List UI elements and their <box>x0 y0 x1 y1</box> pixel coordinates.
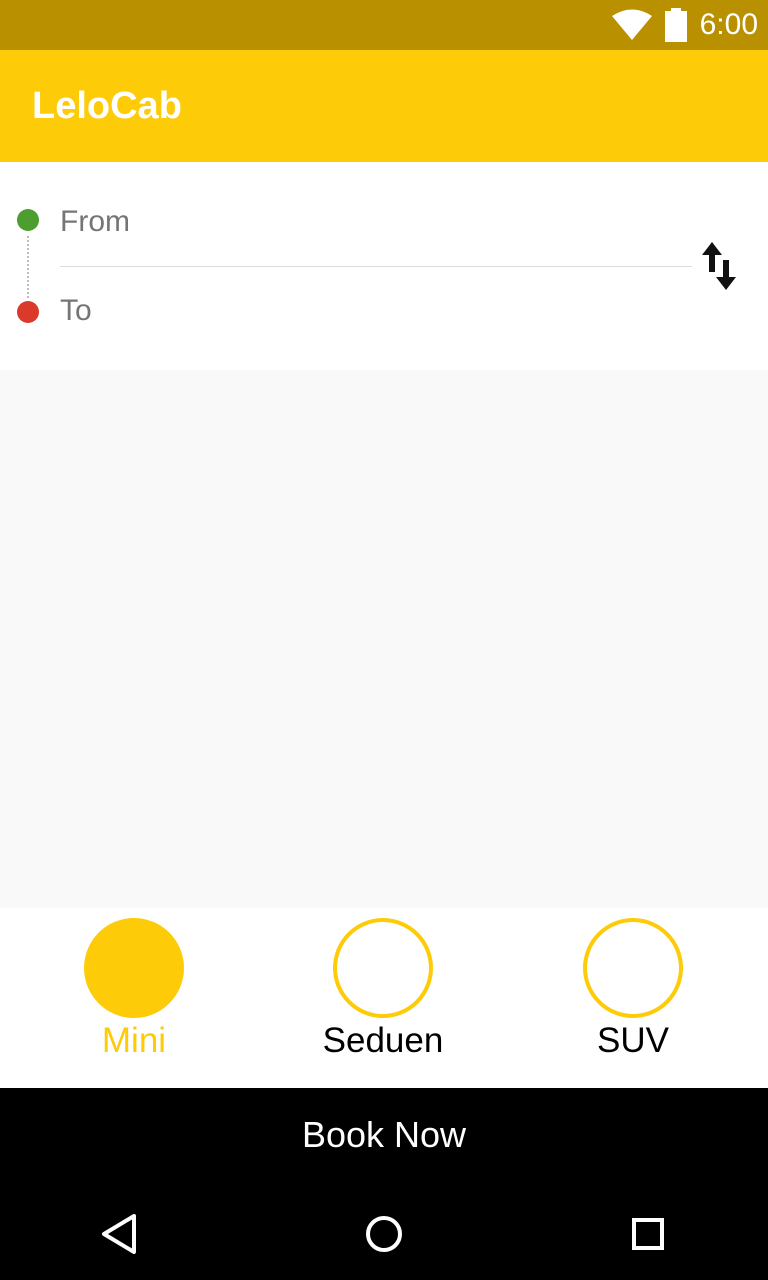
vehicle-option-suv[interactable]: SUV <box>533 908 733 1088</box>
from-field[interactable]: From <box>60 192 692 252</box>
vehicle-label-suv: SUV <box>597 1021 669 1060</box>
status-bar: 6:00 <box>0 0 768 50</box>
vehicle-selector: Mini Seduen SUV <box>0 908 768 1088</box>
swap-vertical-icon <box>702 242 736 290</box>
vehicle-option-mini[interactable]: Mini <box>34 908 234 1088</box>
vehicle-label-mini: Mini <box>101 1021 167 1060</box>
to-field[interactable]: To <box>60 281 692 341</box>
field-divider <box>60 266 692 267</box>
status-icons: 6:00 <box>611 0 758 50</box>
home-button[interactable] <box>356 1206 412 1262</box>
book-now-label: Book Now <box>301 1114 467 1155</box>
book-now-button[interactable]: Book Now <box>0 1088 768 1182</box>
route-connector <box>27 236 29 298</box>
vehicle-label-seduen: Seduen <box>322 1021 444 1060</box>
suv-vehicle-icon <box>583 918 683 1018</box>
swap-button[interactable] <box>696 238 744 294</box>
vehicle-option-seduen[interactable]: Seduen <box>283 908 483 1088</box>
navigation-bar <box>0 1182 768 1280</box>
seduen-vehicle-icon <box>333 918 433 1018</box>
status-time: 6:00 <box>699 8 758 41</box>
route-card: From To <box>0 162 768 370</box>
back-button[interactable] <box>92 1206 148 1262</box>
to-dot-icon <box>17 301 39 323</box>
app-bar: LeloCab <box>0 50 768 162</box>
home-icon <box>366 1216 402 1252</box>
map-area[interactable] <box>0 370 768 908</box>
mini-vehicle-icon <box>84 918 184 1018</box>
battery-icon <box>664 8 687 42</box>
recents-button[interactable] <box>620 1206 676 1262</box>
from-dot-icon <box>17 209 39 231</box>
wifi-icon <box>611 9 652 40</box>
recents-icon <box>632 1218 664 1250</box>
back-icon <box>102 1214 136 1254</box>
app-title: LeloCab <box>32 85 182 127</box>
